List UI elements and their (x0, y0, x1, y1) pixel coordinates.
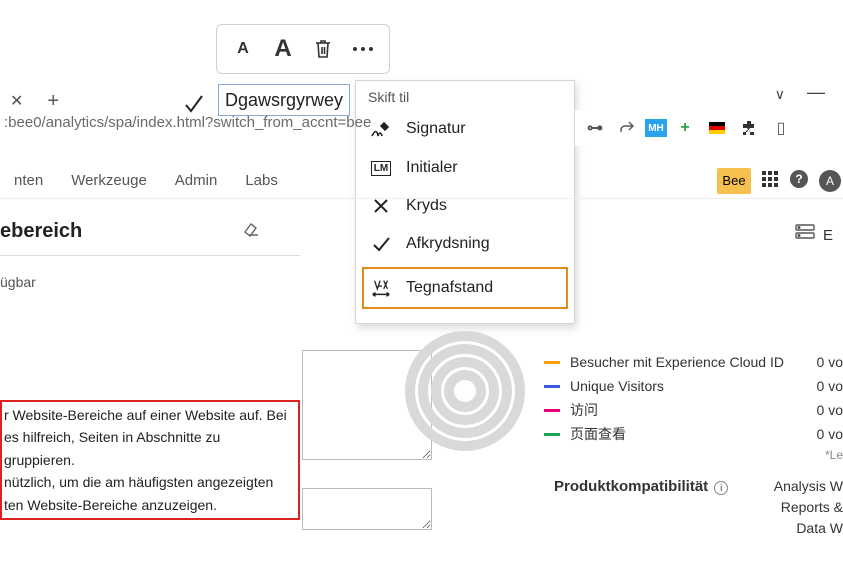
metric-label: 页面查看 (570, 424, 811, 444)
font-small-button[interactable]: A (223, 29, 263, 69)
checkmark-icon (182, 92, 206, 116)
legend-note: *Le (544, 448, 843, 462)
divider (0, 255, 300, 256)
description-line: r Website-Bereiche auf einer Website auf… (4, 404, 292, 426)
metric-value: 0 vo (811, 426, 843, 442)
legend-swatch (544, 361, 560, 364)
extension-plus-icon[interactable]: + (671, 114, 699, 142)
chevron-down-icon[interactable]: ∨ (775, 86, 785, 107)
legend-swatch (544, 385, 560, 388)
window-controls: ∨ — (775, 86, 843, 107)
info-icon[interactable]: i (714, 481, 728, 495)
cross-icon (370, 197, 392, 215)
menu-item-check[interactable]: Afkrydsning (356, 225, 574, 263)
bookmark-edge-icon[interactable]: ▯ (767, 114, 795, 142)
nav-item-3[interactable]: Labs (231, 166, 292, 195)
menu-item-spacing[interactable]: Tegnafstand (362, 267, 568, 309)
nav-item-1[interactable]: Werkzeuge (57, 166, 161, 195)
legend-swatch (544, 433, 560, 436)
metric-label: Unique Visitors (570, 378, 811, 394)
formatting-toolbar: A A (216, 24, 390, 74)
avatar-icon[interactable]: A (819, 170, 841, 192)
description-box: r Website-Bereiche auf einer Website auf… (0, 400, 300, 520)
menu-item-label: Kryds (406, 197, 447, 215)
account-badge[interactable]: Bee (717, 168, 751, 194)
metric-label: Besucher mit Experience Cloud ID (570, 354, 811, 370)
metric-value: 0 vo (811, 378, 843, 394)
metric-row: 访问 0 vo (544, 398, 843, 422)
more-button[interactable] (343, 29, 383, 69)
extension-flag-icon[interactable] (703, 114, 731, 142)
list-item: Data W (774, 518, 843, 539)
character-spacing-icon (370, 277, 392, 299)
font-large-button[interactable]: A (263, 29, 303, 69)
share-icon[interactable] (613, 114, 641, 142)
check-icon (370, 235, 392, 253)
server-icon[interactable]: E (795, 224, 833, 245)
section-title: ebereich (0, 220, 82, 243)
ellipsis-icon (352, 46, 374, 52)
new-tab-button[interactable]: + (41, 90, 65, 113)
metric-label: 访问 (570, 400, 811, 420)
metric-row: Unique Visitors 0 vo (544, 374, 843, 398)
description-line: nützlich, um die am häufigsten angezeigt… (4, 471, 292, 493)
nav-item-0[interactable]: nten (0, 166, 57, 195)
metrics-legend: Besucher mit Experience Cloud ID 0 vo Un… (544, 350, 843, 462)
apps-grid-icon[interactable] (761, 170, 779, 192)
help-icon[interactable]: ? (789, 169, 809, 193)
menu-item-label: Afkrydsning (406, 235, 490, 253)
donut-chart (400, 326, 530, 456)
svg-text:?: ? (795, 172, 802, 186)
close-tab-button[interactable]: ✕ (4, 87, 29, 115)
minimize-button[interactable]: — (807, 82, 825, 103)
signature-text-input[interactable] (218, 84, 350, 116)
extension-badge-mh[interactable]: MH (645, 119, 667, 137)
app-nav: nten Werkzeuge Admin Labs Bee ? A (0, 163, 843, 199)
delete-button[interactable] (303, 29, 343, 69)
textarea-2[interactable] (302, 488, 432, 530)
browser-actions: ⊶ MH + ▯ (575, 110, 843, 146)
extensions-icon[interactable] (735, 114, 763, 142)
menu-item-label: Tegnafstand (406, 279, 493, 297)
list-item: Analysis W (774, 476, 843, 497)
legend-swatch (544, 409, 560, 412)
left-panel: ebereich ügbar r Website-Bereiche auf ei… (0, 220, 300, 520)
address-bar[interactable]: :bee0/analytics/spa/index.html?switch_fr… (0, 114, 575, 144)
description-line: ten Website-Bereiche anzuzeigen. (4, 494, 292, 516)
metric-row: Besucher mit Experience Cloud ID 0 vo (544, 350, 843, 374)
nav-item-2[interactable]: Admin (161, 166, 232, 195)
metric-value: 0 vo (811, 354, 843, 370)
eraser-icon[interactable] (242, 220, 300, 243)
status-text: ügbar (0, 274, 300, 290)
description-line: es hilfreich, Seiten in Abschnitte zu gr… (4, 426, 292, 471)
key-icon[interactable]: ⊶ (581, 114, 609, 142)
trash-icon (313, 38, 333, 60)
metric-value: 0 vo (811, 402, 843, 418)
product-compat-list: Analysis W Reports & Data W (774, 476, 843, 539)
metric-row: 页面查看 0 vo (544, 422, 843, 446)
menu-title: Skift til (356, 81, 574, 109)
product-compat-title: Produktkompatibilität i (554, 478, 728, 495)
list-item: Reports & (774, 497, 843, 518)
